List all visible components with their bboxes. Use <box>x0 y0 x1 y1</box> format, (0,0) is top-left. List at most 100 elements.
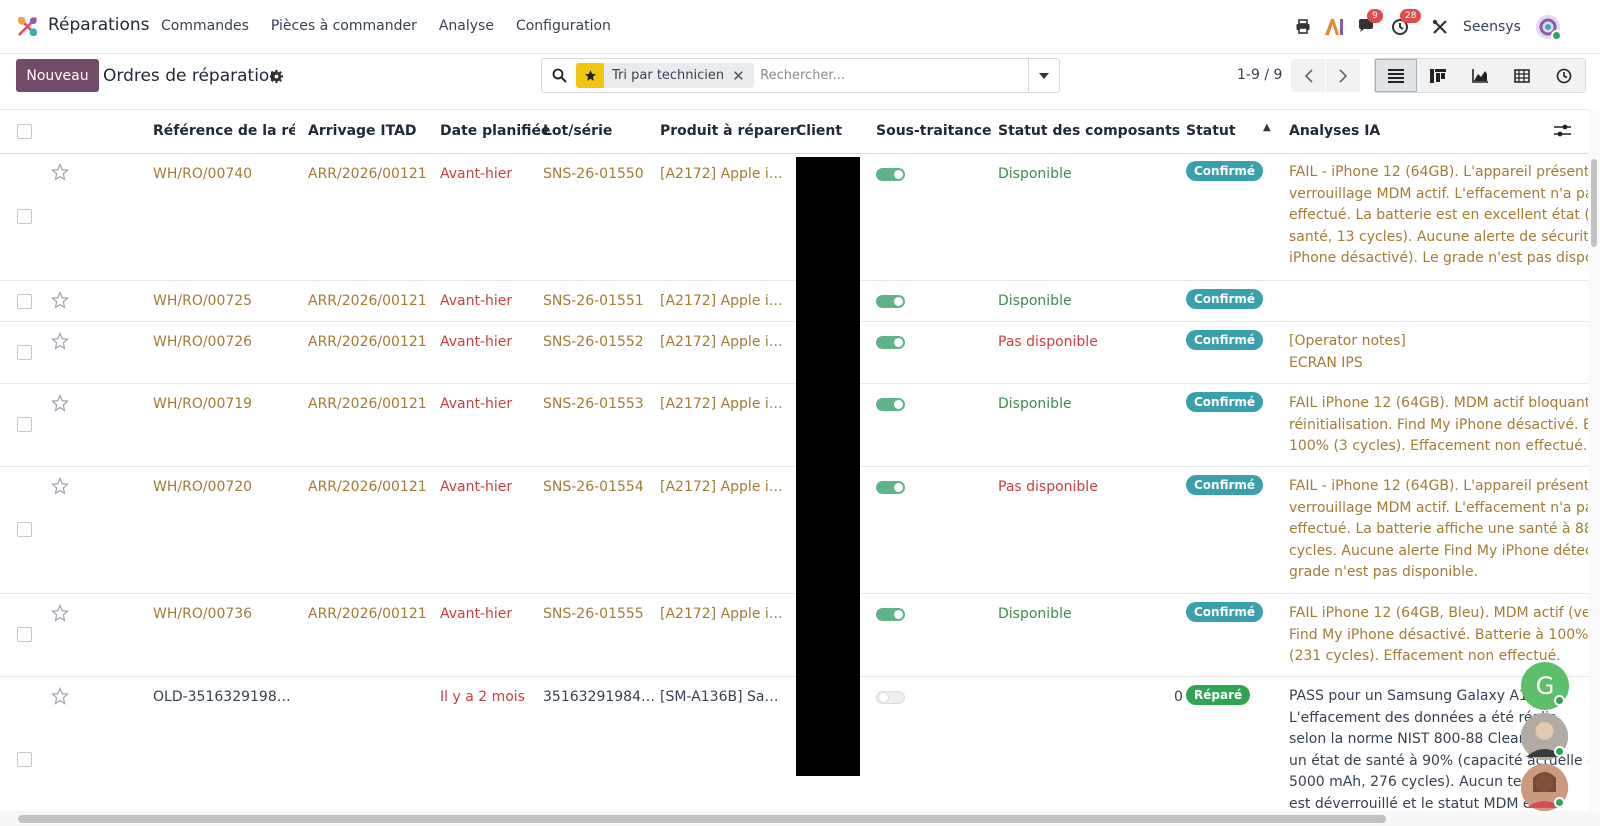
subcontract-toggle[interactable] <box>876 168 905 181</box>
chat-avatar-contact[interactable] <box>1521 764 1568 811</box>
column-header-composants[interactable]: Statut des composants <box>998 123 1180 139</box>
pager-previous-button[interactable] <box>1291 59 1325 92</box>
column-header-arrivage[interactable]: Arrivage ITAD <box>308 123 417 139</box>
row-checkbox[interactable] <box>17 345 32 360</box>
activities-icon[interactable]: 28 <box>1389 9 1422 38</box>
horizontal-scroll-thumb[interactable] <box>18 815 1386 823</box>
app-name[interactable]: Réparations <box>48 15 150 35</box>
column-header-lot[interactable]: Lot/série <box>543 123 612 139</box>
chat-avatar-user[interactable]: G <box>1521 662 1569 710</box>
subcontract-toggle[interactable] <box>876 691 905 704</box>
favorite-star-icon[interactable] <box>51 163 69 181</box>
column-header-produit[interactable]: Produit à réparer <box>660 123 797 139</box>
search-input[interactable] <box>760 68 1021 83</box>
ai-icon[interactable] <box>1323 16 1345 38</box>
column-header-analyses[interactable]: Analyses IA <box>1289 123 1380 139</box>
gear-icon[interactable] <box>269 69 284 84</box>
user-avatar[interactable] <box>1535 14 1562 41</box>
column-header-date[interactable]: Date planifiée <box>440 123 551 139</box>
search-facet[interactable]: Tri par technicien ✕ <box>576 63 755 88</box>
product-cell[interactable]: [A2172] Apple iPh... <box>660 606 790 622</box>
lot-cell[interactable]: SNS-26-01551 <box>543 293 655 309</box>
select-all-checkbox[interactable] <box>17 124 32 139</box>
arrivage-cell[interactable]: ARR/2026/00121 <box>308 606 436 622</box>
arrivage-cell[interactable]: ARR/2026/00121 <box>308 293 436 309</box>
reference-cell[interactable]: WH/RO/00720 <box>153 479 298 495</box>
lot-cell[interactable]: 351632919845... <box>543 689 655 705</box>
search-options-dropdown-icon[interactable] <box>1028 59 1059 92</box>
column-header-client[interactable]: Client <box>796 123 842 139</box>
pager-value[interactable]: 1-9 / 9 <box>1237 67 1282 83</box>
optional-columns-toggle-icon[interactable] <box>1554 123 1571 143</box>
row-checkbox[interactable] <box>17 522 32 537</box>
product-cell[interactable]: [A2172] Apple iPh... <box>660 396 790 412</box>
product-cell[interactable]: [SM-A136B] Sams... <box>660 689 790 705</box>
tools-icon[interactable] <box>1429 16 1451 38</box>
subcontract-toggle[interactable] <box>876 481 905 494</box>
column-header-reference[interactable]: Référence de la rép... <box>153 123 295 139</box>
subcontract-toggle[interactable] <box>876 398 905 411</box>
vertical-scrollbar[interactable] <box>1588 109 1600 811</box>
table-row[interactable]: WH/RO/00725 ARR/2026/00121 Avant-hier SN… <box>0 281 1588 322</box>
arrivage-cell[interactable]: ARR/2026/00121 <box>308 166 436 182</box>
search-icon[interactable] <box>542 59 576 92</box>
favorite-star-icon[interactable] <box>51 332 69 350</box>
printer-icon[interactable] <box>1292 16 1314 38</box>
table-row[interactable]: WH/RO/00719 ARR/2026/00121 Avant-hier SN… <box>0 384 1588 467</box>
row-checkbox[interactable] <box>17 294 32 309</box>
messages-icon[interactable]: 9 <box>1356 9 1383 38</box>
horizontal-scrollbar[interactable] <box>0 811 1600 826</box>
favorite-star-icon[interactable] <box>51 604 69 622</box>
subcontract-toggle[interactable] <box>876 336 905 349</box>
reference-cell[interactable]: WH/RO/00736 <box>153 606 298 622</box>
product-cell[interactable]: [A2172] Apple iPh... <box>660 334 790 350</box>
kanban-view-icon[interactable] <box>1417 59 1459 92</box>
lot-cell[interactable]: SNS-26-01552 <box>543 334 655 350</box>
chat-avatar-contact[interactable] <box>1521 713 1568 760</box>
lot-cell[interactable]: SNS-26-01550 <box>543 166 655 182</box>
reference-cell[interactable]: OLD-351632919845... <box>153 689 298 705</box>
product-cell[interactable]: [A2172] Apple iPh... <box>660 293 790 309</box>
repair-app-logo-icon[interactable] <box>16 15 39 38</box>
menu-item-configuration[interactable]: Configuration <box>516 18 611 34</box>
graph-view-icon[interactable] <box>1459 59 1501 92</box>
facet-close-icon[interactable]: ✕ <box>732 67 750 85</box>
product-cell[interactable]: [A2172] Apple iPh... <box>660 479 790 495</box>
favorite-star-icon[interactable] <box>51 687 69 705</box>
lot-cell[interactable]: SNS-26-01553 <box>543 396 655 412</box>
reference-cell[interactable]: WH/RO/00726 <box>153 334 298 350</box>
pivot-view-icon[interactable] <box>1501 59 1543 92</box>
menu-item-commandes[interactable]: Commandes <box>161 18 249 34</box>
reference-cell[interactable]: WH/RO/00740 <box>153 166 298 182</box>
menu-item-analyse[interactable]: Analyse <box>439 18 494 34</box>
favorite-star-icon[interactable] <box>51 477 69 495</box>
favorite-star-icon[interactable] <box>51 394 69 412</box>
favorite-star-icon[interactable] <box>51 291 69 309</box>
reference-cell[interactable]: WH/RO/00725 <box>153 293 298 309</box>
vertical-scroll-thumb[interactable] <box>1591 159 1597 247</box>
table-row[interactable]: WH/RO/00720 ARR/2026/00121 Avant-hier SN… <box>0 467 1588 594</box>
column-header-subcontract[interactable]: Sous-traitance ... <box>876 123 991 139</box>
lot-cell[interactable]: SNS-26-01554 <box>543 479 655 495</box>
subcontract-toggle[interactable] <box>876 608 905 621</box>
table-row[interactable]: WH/RO/00726 ARR/2026/00121 Avant-hier SN… <box>0 322 1588 384</box>
company-switcher[interactable]: Seensys <box>1463 19 1521 35</box>
arrivage-cell[interactable]: ARR/2026/00121 <box>308 334 436 350</box>
reference-cell[interactable]: WH/RO/00719 <box>153 396 298 412</box>
menu-item-pieces[interactable]: Pièces à commander <box>271 18 417 34</box>
new-button[interactable]: Nouveau <box>16 59 99 92</box>
row-checkbox[interactable] <box>17 417 32 432</box>
row-checkbox[interactable] <box>17 752 32 767</box>
list-view-icon[interactable] <box>1375 59 1417 92</box>
table-row[interactable]: OLD-351632919845... Il y a 2 mois 351632… <box>0 677 1588 811</box>
arrivage-cell[interactable]: ARR/2026/00121 <box>308 479 436 495</box>
activity-view-icon[interactable] <box>1543 59 1585 92</box>
subcontract-toggle[interactable] <box>876 295 905 308</box>
lot-cell[interactable]: SNS-26-01555 <box>543 606 655 622</box>
column-header-statut[interactable]: Statut <box>1186 123 1236 139</box>
table-row[interactable]: WH/RO/00736 ARR/2026/00121 Avant-hier SN… <box>0 594 1588 677</box>
row-checkbox[interactable] <box>17 627 32 642</box>
table-row[interactable]: WH/RO/00740 ARR/2026/00121 Avant-hier SN… <box>0 154 1588 281</box>
row-checkbox[interactable] <box>17 209 32 224</box>
sort-ascending-icon[interactable]: ▲ <box>1263 122 1271 133</box>
